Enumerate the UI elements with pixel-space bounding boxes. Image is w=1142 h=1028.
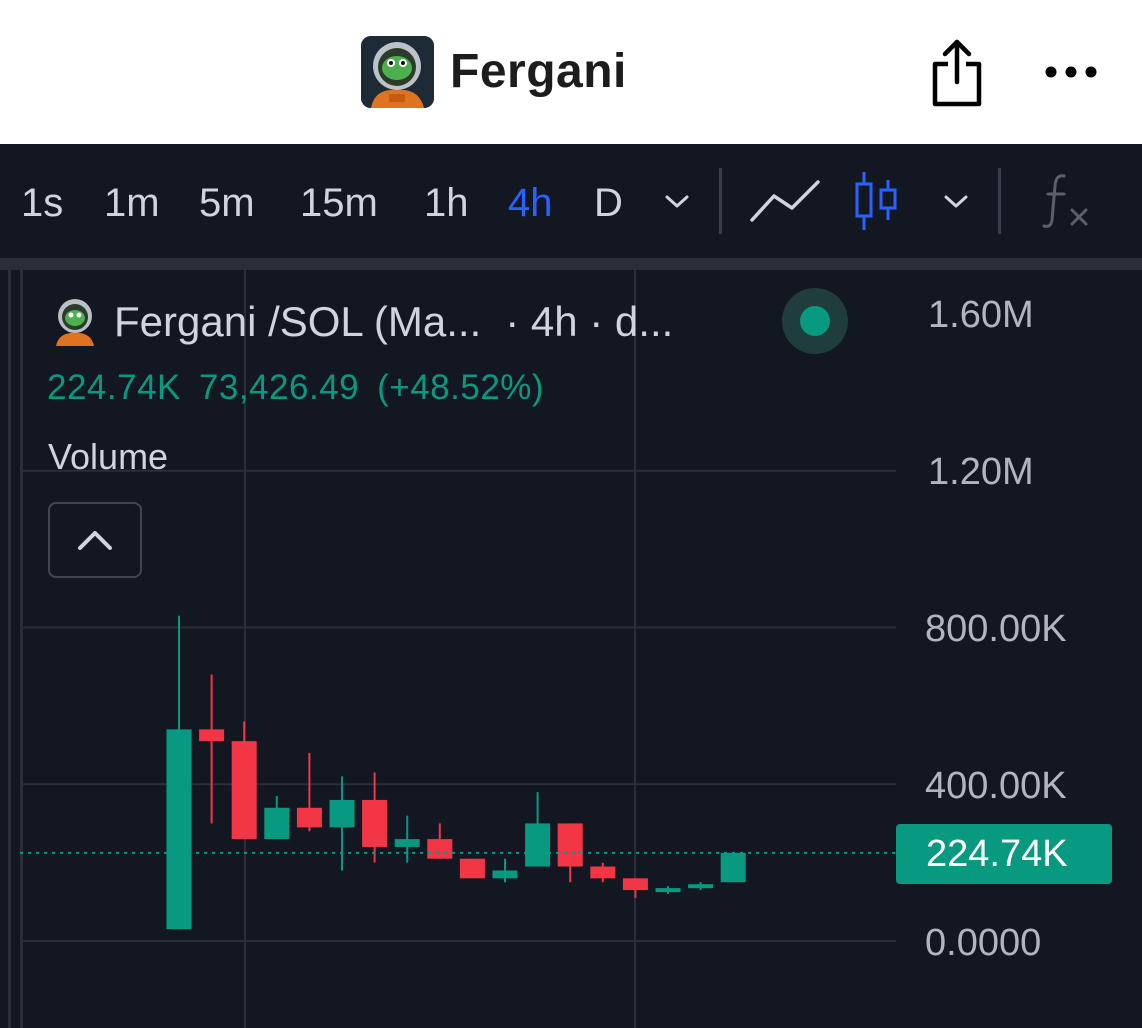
candle-down <box>362 799 388 847</box>
candle-up <box>720 852 746 883</box>
candle-down <box>622 878 648 891</box>
y-tick-label: 1.60M <box>928 294 1034 336</box>
candle-down <box>459 858 485 879</box>
candle-up <box>264 807 290 840</box>
candle-down <box>590 866 616 879</box>
candle-up <box>329 799 355 828</box>
symbol-name: Fergani /SOL (Ma... <box>114 298 482 345</box>
market-status-dot <box>800 306 830 336</box>
legend-change-pct: (+48.52%) <box>377 368 545 407</box>
candle-down <box>427 839 453 859</box>
candle-down <box>557 823 583 867</box>
last-price-tag: 224.74K <box>896 824 1112 884</box>
legend-values: 224.74K 73,426.49 (+48.52%) <box>47 368 562 408</box>
candle-up <box>492 870 518 879</box>
legend-change: 73,426.49 <box>198 368 360 407</box>
volume-indicator-label[interactable]: Volume <box>48 436 168 478</box>
candle-up <box>688 884 714 889</box>
candle-up <box>394 839 420 847</box>
y-tick-label: 1.20M <box>928 451 1034 493</box>
y-tick-label: 400.00K <box>925 765 1067 807</box>
y-tick-label: 800.00K <box>925 608 1067 650</box>
symbol-legend[interactable]: Fergani /SOL (Ma... · 4h · d... <box>114 298 697 346</box>
candle-up <box>525 823 551 867</box>
candle-up <box>166 729 192 930</box>
candle-down <box>231 741 257 840</box>
candle-down <box>199 729 225 742</box>
candle-up <box>655 888 681 893</box>
y-tick-label: 0.0000 <box>925 922 1042 964</box>
collapse-legend-button[interactable] <box>48 502 142 578</box>
token-avatar-icon <box>50 296 100 346</box>
chevron-up-icon <box>78 531 112 550</box>
candle-down <box>296 807 322 828</box>
legend-last-value: 224.74K <box>47 368 181 407</box>
symbol-interval: · 4h · d... <box>505 298 674 345</box>
